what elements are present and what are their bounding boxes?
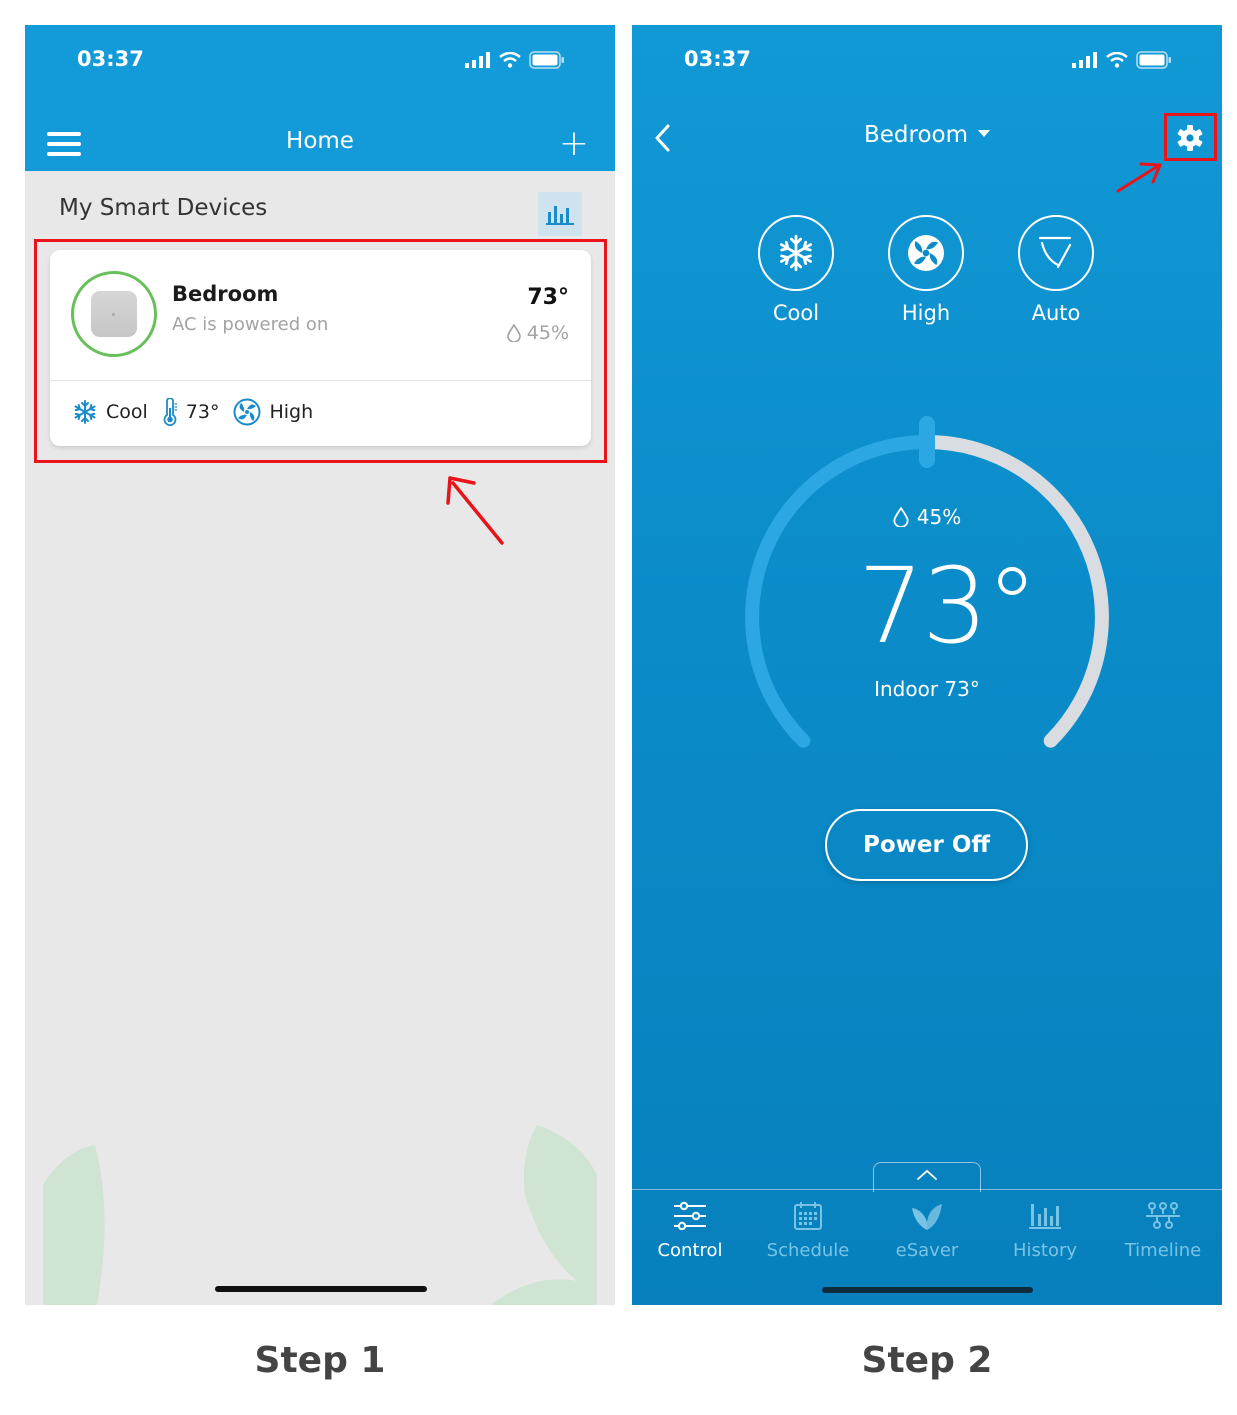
indoor-temperature: Indoor 73°: [874, 677, 980, 701]
footer-mode: Cool: [72, 399, 148, 425]
tab-history-label: History: [1012, 1240, 1078, 1261]
tab-timeline-label: Timeline: [1124, 1240, 1202, 1261]
tab-control-label: Control: [657, 1240, 723, 1261]
device-name: Bedroom: [172, 282, 279, 306]
power-off-button[interactable]: Power Off: [825, 809, 1028, 881]
signal-icon: [465, 52, 490, 68]
home-indicator: [822, 1287, 1033, 1293]
status-time: 03:37: [77, 47, 144, 71]
set-temperature: 73°: [857, 545, 1038, 667]
control-sliders-icon: [674, 1201, 706, 1231]
section-title: My Smart Devices: [59, 195, 268, 221]
tab-esaver-label: eSaver: [895, 1240, 959, 1261]
footer-fan: High: [233, 398, 313, 426]
droplet-icon: [893, 506, 909, 528]
tab-schedule[interactable]: Schedule: [753, 1200, 863, 1261]
snowflake-icon: [74, 400, 96, 424]
home-indicator: [215, 1286, 427, 1292]
ac-unit-icon: [91, 291, 137, 337]
step1-phone-screen: 03:37 Home + My Smart Devices Bedroom AC…: [25, 25, 615, 1305]
fan-icon: [233, 398, 261, 426]
thermometer-icon: [163, 398, 177, 426]
add-device-icon[interactable]: +: [559, 126, 589, 162]
dial-humidity-value: 45%: [916, 505, 962, 529]
device-card-bedroom[interactable]: Bedroom AC is powered on 73° 45% Cool 73…: [50, 250, 591, 446]
footer-set-temp-label: 73°: [185, 401, 220, 423]
footer-mode-label: Cool: [106, 401, 148, 423]
device-avatar: [71, 271, 157, 357]
wifi-icon: [499, 52, 521, 68]
status-bar: 03:37: [25, 25, 615, 95]
status-icons: [465, 51, 565, 69]
footer-set-temp: 73°: [162, 398, 220, 426]
footer-fan-label: High: [269, 401, 314, 423]
tab-control[interactable]: Control: [635, 1200, 745, 1261]
leaf-icon: [912, 1204, 942, 1230]
tab-schedule-label: Schedule: [766, 1240, 850, 1261]
droplet-icon: [506, 324, 521, 342]
tab-timeline[interactable]: Timeline: [1108, 1200, 1218, 1261]
card-footer: Cool 73° High: [72, 398, 327, 426]
timeline-icon: [1146, 1202, 1180, 1229]
bar-chart-icon: [546, 206, 574, 225]
step2-caption: Step 2: [861, 1340, 993, 1381]
chevron-up-icon: [917, 1169, 937, 1180]
page-title: Home: [286, 128, 354, 154]
dial-humidity: 45%: [632, 505, 1222, 529]
battery-icon: [529, 51, 564, 69]
calendar-icon: [794, 1202, 822, 1230]
device-status: AC is powered on: [172, 314, 329, 335]
device-humidity-value: 45%: [526, 322, 569, 344]
step2-phone-screen: 03:37 Bedroom Cool High Auto 45% 73° Ind…: [632, 25, 1222, 1305]
tab-esaver[interactable]: eSaver: [872, 1200, 982, 1261]
card-divider: [50, 380, 591, 381]
drawer-handle[interactable]: [873, 1162, 981, 1192]
device-humidity: 45%: [506, 322, 569, 344]
step1-caption: Step 1: [254, 1340, 386, 1381]
bar-chart-icon: [1029, 1204, 1061, 1229]
tab-bar-divider: [632, 1189, 1222, 1190]
device-temperature: 73°: [527, 285, 569, 310]
tab-history[interactable]: History: [990, 1200, 1100, 1261]
bar-chart-button[interactable]: [538, 192, 582, 236]
